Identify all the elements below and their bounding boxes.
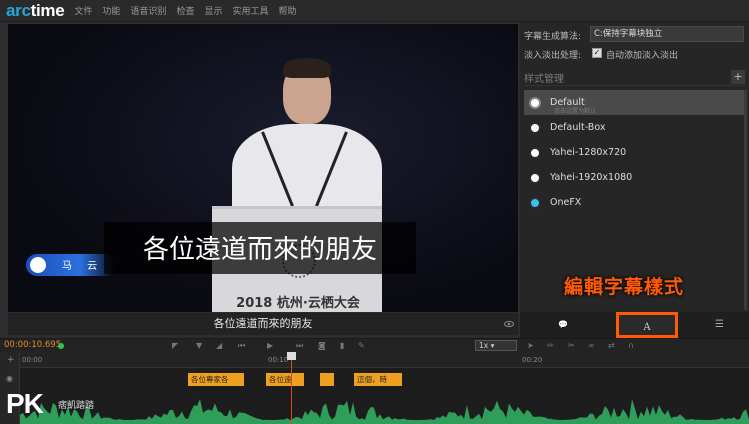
time-ruler[interactable]: 00:00 00:10 00:20 — [20, 352, 749, 368]
tick-label: 00:20 — [522, 356, 543, 364]
track-visibility-icon[interactable]: ◉ — [6, 374, 13, 383]
magnet-icon[interactable]: ∩ — [628, 341, 634, 350]
add-track-icon[interactable]: + — [7, 355, 15, 365]
menu-check[interactable]: 检查 — [176, 4, 194, 17]
menu-tools[interactable]: 实用工具 — [232, 4, 268, 17]
playhead[interactable] — [291, 352, 292, 424]
tick-label: 00:10 — [268, 356, 289, 364]
subtitle-cue[interactable] — [320, 373, 334, 386]
subtitle-text: 各位遠道而來的朋友 — [213, 317, 313, 330]
style-name: Yahei-1920x1080 — [550, 172, 633, 183]
panel-scrollbar[interactable] — [744, 90, 747, 310]
playhead-handle[interactable] — [287, 352, 296, 360]
marker-down-icon[interactable]: ▼ — [196, 341, 202, 350]
style-name: Yahei-1280x720 — [550, 147, 627, 158]
speaker-hair — [283, 58, 331, 78]
pencil-icon[interactable]: ✏ — [547, 341, 554, 350]
lower-third-banner: 马 云 — [26, 254, 116, 276]
fade-checkbox[interactable]: ✓ — [592, 48, 602, 58]
tick-label: 00:00 — [22, 356, 43, 364]
audio-waveform[interactable] — [20, 390, 749, 424]
pk-watermark-logo: PK — [6, 388, 44, 419]
speed-select[interactable]: 1x ▾ — [475, 340, 517, 351]
play-icon[interactable]: ▶ — [267, 341, 273, 350]
tab-style[interactable]: A — [616, 312, 678, 338]
link-icon[interactable]: ∞ — [588, 341, 595, 350]
scissors-icon[interactable]: ✂ — [568, 341, 575, 350]
pk-watermark-text: 痞凱踏踏 — [58, 401, 95, 411]
style-icon: A — [643, 322, 651, 333]
subtitle-cue[interactable]: 各位專家各 — [188, 373, 244, 386]
edit-icon[interactable]: ✎ — [358, 341, 365, 350]
style-dot-icon — [529, 146, 541, 159]
style-dot-icon — [529, 121, 541, 134]
style-name: Default-Box — [550, 122, 606, 133]
style-name: OneFX — [550, 197, 582, 208]
style-header-label: 样式管理 — [524, 74, 564, 85]
video-caption: 各位遠道而來的朋友 — [142, 235, 377, 265]
subtitle-cue[interactable]: 這個，時 — [354, 373, 402, 386]
timeline[interactable]: + ◉ 00:00 00:10 00:20 各位專家各 各位遠 這個，時 — [0, 352, 749, 424]
style-item-onefx[interactable]: OneFX — [524, 190, 745, 215]
marker-icon[interactable]: ◢ — [216, 341, 222, 350]
style-dot-icon — [529, 196, 541, 209]
list-icon: ☰ — [715, 319, 724, 330]
add-style-button[interactable]: + — [731, 70, 745, 84]
comment-icon: 💬 — [558, 320, 568, 329]
menu-help[interactable]: 帮助 — [278, 4, 296, 17]
video-preview[interactable]: 2018 杭州·云栖大会 马 云 各位遠道而來的朋友 — [8, 24, 518, 312]
style-list: Default 双击设置为默认 Default-Box Yahei-1280x7… — [524, 90, 745, 215]
skip-back-icon[interactable]: ⏮ — [238, 341, 245, 351]
app-logo: arctime — [6, 0, 65, 21]
lower-third-name: 马 云 — [62, 261, 104, 272]
style-item-yahei-1080[interactable]: Yahei-1920x1080 — [524, 165, 745, 190]
timecode: 00:00:10.695 — [4, 340, 62, 350]
style-hint: 双击设置为默认 — [554, 108, 597, 115]
algo-select[interactable]: C:保持字幕块独立 — [590, 26, 744, 42]
subtitle-edit-line[interactable]: 各位遠道而來的朋友 — [8, 313, 518, 335]
menu-speech-recognition[interactable]: 语音识别 — [130, 4, 166, 17]
arctime-window: arctime 文件 功能 语音识别 检查 显示 实用工具 帮助 2018 杭州… — [0, 0, 749, 424]
right-panel-tabs: 💬 A ☰ — [520, 312, 749, 338]
style-item-default[interactable]: Default 双击设置为默认 — [524, 90, 745, 115]
annotation-edit-style: 編輯字幕樣式 — [564, 276, 685, 298]
tab-comment[interactable]: 💬 — [520, 312, 606, 338]
style-item-default-box[interactable]: Default-Box — [524, 115, 745, 140]
timeline-toolbar: 00:00:10.695 ◤ ▼ ◢ ⏮ ▶ ⏭ ◙ ▮ ✎ 1x ▾ ➤ ✏ … — [0, 338, 749, 352]
fade-check-label: 自动添加淡入淡出 — [606, 51, 679, 61]
logo-time: time — [30, 0, 65, 20]
logo-arc: arc — [6, 0, 31, 20]
pointer-icon[interactable]: ➤ — [527, 341, 534, 350]
subtitle-cue[interactable]: 各位遠 — [266, 373, 304, 386]
fade-label: 淡入淡出处理: — [524, 51, 582, 61]
style-manager-header: 样式管理 + — [524, 70, 745, 86]
menu-features[interactable]: 功能 — [102, 4, 120, 17]
speed-value: 1x — [479, 341, 489, 350]
bookmark-icon[interactable]: ▮ — [340, 341, 344, 350]
style-dot-icon — [529, 171, 541, 184]
camera-icon[interactable]: ◙ — [318, 341, 326, 350]
style-dot-icon — [529, 96, 541, 109]
prev-marker-icon[interactable]: ◤ — [172, 341, 178, 350]
menu-view[interactable]: 显示 — [204, 4, 222, 17]
eye-icon[interactable] — [504, 319, 514, 329]
menu-file[interactable]: 文件 — [74, 4, 92, 17]
menu-bar: arctime 文件 功能 语音识别 检查 显示 实用工具 帮助 — [0, 0, 749, 22]
tab-list[interactable]: ☰ — [690, 312, 749, 338]
emblem-icon — [30, 257, 46, 273]
swap-icon[interactable]: ⇄ — [608, 341, 615, 350]
algo-label: 字幕生成算法: — [524, 32, 582, 42]
skip-forward-icon[interactable]: ⏭ — [296, 341, 303, 351]
status-dot — [58, 343, 64, 349]
style-item-yahei-720[interactable]: Yahei-1280x720 — [524, 140, 745, 165]
podium-text: 2018 杭州·云栖大会 — [236, 296, 360, 311]
